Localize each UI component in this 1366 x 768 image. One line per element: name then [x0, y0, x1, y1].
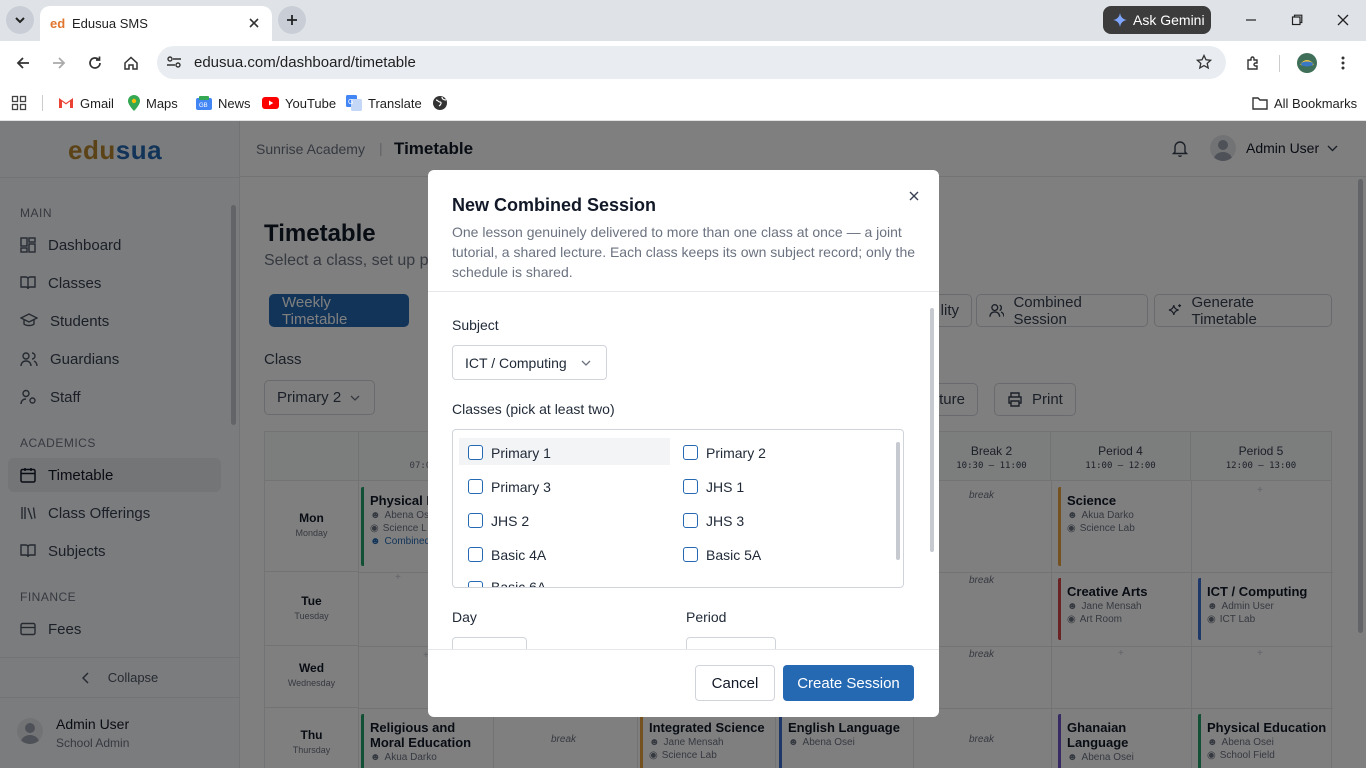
- class-option-label: JHS 3: [706, 513, 745, 529]
- checkbox-primary-3[interactable]: [468, 479, 483, 494]
- bookmark-gmail-label: Gmail: [80, 95, 114, 111]
- checklist-scrollbar[interactable]: [896, 442, 900, 560]
- gemini-sparkle-icon: [1113, 13, 1127, 27]
- checkbox-primary-1[interactable]: [468, 445, 483, 460]
- create-session-label: Create Session: [797, 674, 900, 692]
- profile-avatar-icon[interactable]: [1296, 52, 1318, 74]
- back-arrow-icon[interactable]: [12, 52, 34, 74]
- checkbox-primary-2[interactable]: [683, 445, 698, 460]
- class-option-label: JHS 2: [491, 513, 530, 529]
- period-select[interactable]: [686, 637, 776, 649]
- bookmark-maps-label: Maps: [146, 95, 178, 111]
- day-select[interactable]: [452, 637, 527, 649]
- gmail-icon: [59, 98, 73, 108]
- bookmark-maps[interactable]: Maps: [128, 93, 178, 113]
- class-option-label: Basic 6A: [491, 579, 547, 588]
- globe-icon[interactable]: [432, 93, 448, 113]
- bookmark-gmail[interactable]: Gmail: [58, 93, 114, 113]
- class-option-label: Basic 4A: [491, 547, 547, 563]
- checkbox-basic-4a[interactable]: [468, 547, 483, 562]
- svg-text:GB: GB: [199, 103, 208, 109]
- tab-favicon: ed: [50, 16, 66, 31]
- checkbox-jhs-3[interactable]: [683, 513, 698, 528]
- restore-window-icon[interactable]: [1287, 10, 1307, 30]
- bookmark-youtube[interactable]: YouTube: [262, 93, 336, 113]
- checkbox-basic-6a[interactable]: [468, 581, 483, 587]
- gemini-label: Ask Gemini: [1133, 12, 1205, 28]
- close-tab-icon[interactable]: [244, 13, 264, 33]
- tab-search-button[interactable]: [6, 6, 34, 34]
- cancel-button[interactable]: Cancel: [695, 665, 775, 701]
- bookmark-star-icon[interactable]: [1196, 54, 1212, 70]
- home-icon[interactable]: [120, 52, 142, 74]
- subject-label: Subject: [452, 317, 499, 333]
- browser-toolbar: edusua.com/dashboard/timetable: [0, 41, 1366, 85]
- all-bookmarks-label: All Bookmarks: [1274, 95, 1358, 111]
- dialog-title: New Combined Session: [452, 195, 657, 215]
- classes-checklist[interactable]: Primary 1 Primary 2 Primary 3 JHS 1 JHS …: [452, 429, 904, 588]
- checkbox-basic-5a[interactable]: [683, 547, 698, 562]
- toolbar-divider: [1279, 55, 1280, 72]
- translate-icon: G: [346, 95, 362, 111]
- close-icon[interactable]: [906, 188, 922, 204]
- day-label: Day: [452, 609, 477, 625]
- site-settings-icon[interactable]: [166, 54, 182, 70]
- youtube-icon: [262, 97, 279, 109]
- close-window-icon[interactable]: [1333, 10, 1353, 30]
- bookmark-translate-label: Translate: [368, 95, 422, 111]
- chevron-down-icon: [581, 360, 591, 366]
- bookmark-youtube-label: YouTube: [285, 95, 337, 111]
- class-option-label: Basic 5A: [706, 547, 762, 563]
- address-bar[interactable]: edusua.com/dashboard/timetable: [157, 46, 1226, 79]
- new-tab-button[interactable]: [278, 6, 306, 34]
- dialog-scrollbar[interactable]: [930, 308, 934, 552]
- create-session-button[interactable]: Create Session: [783, 665, 914, 701]
- subject-select[interactable]: ICT / Computing: [452, 345, 607, 380]
- news-icon: GB: [196, 96, 212, 110]
- dialog-divider: [428, 649, 939, 650]
- new-combined-session-dialog: New Combined Session One lesson genuinel…: [428, 170, 939, 717]
- extensions-puzzle-icon[interactable]: [1242, 52, 1264, 74]
- class-option-label: JHS 1: [706, 479, 745, 495]
- class-option-label: Primary 2: [706, 445, 766, 461]
- checkbox-jhs-1[interactable]: [683, 479, 698, 494]
- class-option-label: Primary 3: [491, 479, 551, 495]
- dialog-description: One lesson genuinely delivered to more t…: [452, 224, 916, 280]
- period-label: Period: [686, 609, 727, 625]
- url-text: edusua.com/dashboard/timetable: [194, 54, 416, 71]
- folder-icon: [1252, 97, 1268, 110]
- bookmarks-divider: [42, 95, 43, 111]
- browser-tab[interactable]: ed Edusua SMS: [40, 6, 272, 41]
- reload-icon[interactable]: [84, 52, 106, 74]
- classes-label: Classes (pick at least two): [452, 401, 615, 417]
- forward-arrow-icon[interactable]: [48, 52, 70, 74]
- bookmark-news-label: News: [218, 95, 251, 111]
- checkbox-jhs-2[interactable]: [468, 513, 483, 528]
- dialog-body: Subject ICT / Computing Classes (pick at…: [428, 292, 939, 649]
- browser-tab-bar: ed Edusua SMS Ask Gemini: [0, 0, 1366, 41]
- plus-icon: [287, 15, 297, 25]
- bookmarks-bar: Gmail Maps GB News YouTube G Translate A…: [0, 85, 1366, 121]
- all-bookmarks[interactable]: All Bookmarks: [1252, 93, 1357, 113]
- class-option-label: Primary 1: [491, 445, 551, 461]
- svg-text:G: G: [348, 99, 353, 106]
- cancel-label: Cancel: [711, 674, 759, 692]
- chrome-menu-icon[interactable]: [1332, 52, 1354, 74]
- bookmark-news[interactable]: GB News: [196, 93, 251, 113]
- ask-gemini-button[interactable]: Ask Gemini: [1103, 6, 1211, 34]
- maps-pin-icon: [128, 95, 140, 111]
- tab-title: Edusua SMS: [72, 16, 148, 31]
- apps-grid-icon[interactable]: [11, 93, 27, 113]
- minimize-window-icon[interactable]: [1241, 10, 1261, 30]
- subject-select-value: ICT / Computing: [465, 354, 567, 371]
- chevron-down-icon: [15, 17, 25, 24]
- bookmark-translate[interactable]: G Translate: [346, 93, 422, 113]
